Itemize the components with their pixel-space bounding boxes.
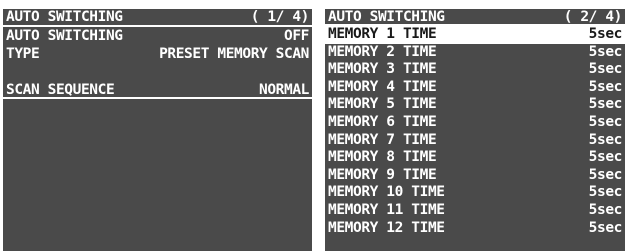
menu-item-value: 5sec <box>588 61 623 78</box>
menu-item-memory-3-time[interactable]: MEMORY 3 TIME 5sec <box>325 61 625 79</box>
menu-item-label: MEMORY 3 TIME <box>328 61 437 78</box>
menu-item-memory-10-time[interactable]: MEMORY 10 TIME 5sec <box>325 184 625 202</box>
menu-item-label: MEMORY 6 TIME <box>328 113 437 130</box>
menu-item-memory-4-time[interactable]: MEMORY 4 TIME 5sec <box>325 79 625 97</box>
menu-item-memory-11-time[interactable]: MEMORY 11 TIME 5sec <box>325 202 625 220</box>
menu-item-value: 5sec <box>588 184 623 201</box>
menu-panel-page-2: AUTO SWITCHING ( 2/ 4) MEMORY 1 TIME 5se… <box>325 9 625 251</box>
menu-item-label: MEMORY 11 TIME <box>328 201 445 218</box>
menu-spacer <box>3 63 312 81</box>
menu-item-label: TYPE <box>6 46 40 62</box>
menu-item-value: 5sec <box>588 131 623 148</box>
menu-item-label: MEMORY 12 TIME <box>328 219 445 236</box>
menu-title: AUTO SWITCHING <box>328 9 445 25</box>
menu-item-value: 5sec <box>588 113 623 130</box>
menu-item-label: MEMORY 2 TIME <box>328 43 437 60</box>
menu-item-memory-2-time[interactable]: MEMORY 2 TIME 5sec <box>325 44 625 62</box>
menu-panel-page-1: AUTO SWITCHING ( 1/ 4) AUTO SWITCHING OF… <box>3 9 312 251</box>
menu-item-value: 5sec <box>588 149 623 166</box>
menu-title: AUTO SWITCHING <box>6 9 123 25</box>
menu-item-memory-8-time[interactable]: MEMORY 8 TIME 5sec <box>325 149 625 167</box>
menu-item-label: SCAN SEQUENCE <box>6 82 115 98</box>
page-indicator: ( 1/ 4) <box>250 9 310 25</box>
menu-item-value: 5sec <box>588 201 623 218</box>
menu-item-value: 5sec <box>588 96 623 113</box>
menu-item-scan-sequence[interactable]: SCAN SEQUENCE NORMAL <box>3 81 312 99</box>
menu-item-value: 5sec <box>588 26 623 42</box>
menu-item-value: 5sec <box>588 166 623 183</box>
menu-item-value: 5sec <box>588 43 623 60</box>
menu-item-label: MEMORY 5 TIME <box>328 96 437 113</box>
menu-item-memory-5-time[interactable]: MEMORY 5 TIME 5sec <box>325 96 625 114</box>
menu-item-value: NORMAL <box>259 82 309 98</box>
menu-item-label: MEMORY 4 TIME <box>328 78 437 95</box>
menu-item-auto-switching[interactable]: AUTO SWITCHING OFF <box>3 27 312 45</box>
menu-item-type[interactable]: TYPE PRESET MEMORY SCAN <box>3 45 312 63</box>
menu-header: AUTO SWITCHING ( 1/ 4) <box>3 9 312 27</box>
menu-item-value: 5sec <box>588 78 623 95</box>
menu-item-label: MEMORY 1 TIME <box>328 26 437 42</box>
menu-header: AUTO SWITCHING ( 2/ 4) <box>325 9 625 26</box>
menu-item-label: AUTO SWITCHING <box>6 28 123 44</box>
menu-item-memory-6-time[interactable]: MEMORY 6 TIME 5sec <box>325 114 625 132</box>
menu-item-memory-1-time[interactable]: MEMORY 1 TIME 5sec <box>325 26 625 44</box>
menu-item-label: MEMORY 8 TIME <box>328 149 437 166</box>
menu-item-value: PRESET MEMORY SCAN <box>159 46 309 62</box>
menu-item-value: 5sec <box>588 219 623 236</box>
menu-item-memory-9-time[interactable]: MEMORY 9 TIME 5sec <box>325 167 625 185</box>
menu-item-label: MEMORY 10 TIME <box>328 184 445 201</box>
menu-item-label: MEMORY 9 TIME <box>328 166 437 183</box>
menu-item-value: OFF <box>284 28 309 44</box>
menu-item-memory-7-time[interactable]: MEMORY 7 TIME 5sec <box>325 132 625 150</box>
menu-item-memory-12-time[interactable]: MEMORY 12 TIME 5sec <box>325 220 625 238</box>
page-indicator: ( 2/ 4) <box>563 9 623 25</box>
menu-item-label: MEMORY 7 TIME <box>328 131 437 148</box>
